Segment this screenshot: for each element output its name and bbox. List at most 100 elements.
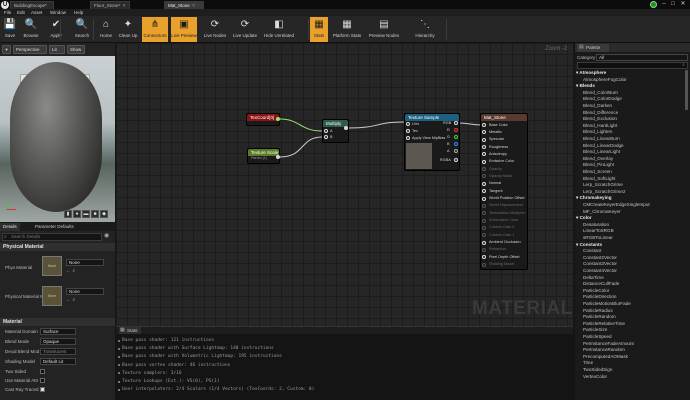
- close-tab-icon[interactable]: ✕: [122, 3, 126, 8]
- toolbar-stats-button[interactable]: ▦ Stats: [310, 17, 328, 42]
- input-pin-shading-model[interactable]: [482, 262, 486, 267]
- input-pin-world-position-offset[interactable]: [482, 196, 486, 201]
- palette-item[interactable]: Blend_Overlay: [583, 156, 613, 162]
- palette-item[interactable]: Lerp_ScratchGrime: [583, 182, 623, 188]
- output-pin-b[interactable]: [454, 142, 458, 146]
- document-tab-building-escape[interactable]: BuildingEscape*: [10, 1, 54, 9]
- palette-item[interactable]: Constant: [583, 248, 601, 254]
- toolbar-live-nodes-button[interactable]: ⟳ Live Nodes: [202, 17, 228, 42]
- palette-item[interactable]: Blend_LinearBurn: [583, 136, 620, 142]
- input-pin-tex[interactable]: [406, 129, 410, 133]
- input-pin-apply-view-mipbias[interactable]: [406, 136, 410, 140]
- palette-scrollbar[interactable]: [685, 70, 688, 110]
- palette-item[interactable]: Blend_Screen: [583, 169, 612, 175]
- input-pin-emissive-color[interactable]: [482, 159, 486, 164]
- palette-item[interactable]: ParticleSize: [583, 327, 607, 333]
- palette-item[interactable]: Constant4Vector: [583, 268, 617, 274]
- input-pin-world-displacement[interactable]: [482, 203, 486, 208]
- palette-item[interactable]: CMCreateKeyerEdgeSingleInput: [583, 202, 650, 208]
- input-pin-a[interactable]: [324, 129, 328, 133]
- palette-item[interactable]: ParticleRadius: [583, 308, 613, 314]
- palette-item[interactable]: DistanceCullFade: [583, 281, 619, 287]
- toolbar-search-button[interactable]: 🔍 Search: [71, 17, 93, 42]
- palette-item[interactable]: TwoSidedSign: [583, 367, 612, 373]
- details-search-input[interactable]: Search Details: [2, 233, 102, 241]
- material-section[interactable]: Material: [0, 318, 115, 326]
- palette-search-input[interactable]: [577, 62, 688, 69]
- toolbar-home-button[interactable]: ⌂ Home: [98, 17, 114, 42]
- palette-category[interactable]: ▾ Blends: [576, 83, 595, 89]
- tab-parameter-defaults[interactable]: Parameter Defaults: [32, 223, 77, 231]
- two-sided-checkbox[interactable]: [40, 369, 45, 374]
- palette-category[interactable]: ▾ Constants: [576, 242, 602, 248]
- use-material-attributes-checkbox[interactable]: [40, 378, 45, 383]
- palette-item[interactable]: Constant2Vector: [583, 255, 617, 261]
- menu-window[interactable]: Window: [50, 9, 66, 16]
- palette-item[interactable]: ParticleSpeed: [583, 334, 612, 340]
- palette-item[interactable]: Blend_ColorDodge: [583, 96, 622, 102]
- palette-item[interactable]: Blend_Darken: [583, 103, 612, 109]
- close-tab-icon[interactable]: ✕: [192, 3, 196, 8]
- cast-ray-traced-shadows-checkbox[interactable]: [40, 387, 45, 392]
- document-tab-floor-stone[interactable]: Floor_Stone* ✕: [90, 1, 130, 9]
- palette-category[interactable]: ▾ Atmosphere: [576, 70, 606, 76]
- output-pin-g[interactable]: [454, 135, 458, 139]
- blend-mode-dropdown[interactable]: Opaque: [40, 338, 76, 345]
- texcoord-node[interactable]: TexCoord[0]: [246, 113, 280, 126]
- use-selected-icon[interactable]: ← ⌕: [66, 297, 75, 303]
- phys-material-thumbnail[interactable]: None: [42, 256, 62, 276]
- palette-item[interactable]: ParticleDirection: [583, 294, 616, 300]
- palette-item[interactable]: Blend_LinearLight: [583, 149, 620, 155]
- palette-item[interactable]: Blend_LinearDodge: [583, 143, 624, 149]
- phys-material-dropdown[interactable]: None: [66, 259, 104, 266]
- close-window-button[interactable]: ✕: [676, 0, 690, 9]
- viewport-options-button[interactable]: ▾: [2, 45, 11, 54]
- preview-plane-icon[interactable]: ▬: [82, 210, 90, 218]
- material-result-node[interactable]: Mat_Stone: [480, 113, 528, 270]
- menu-asset[interactable]: Asset: [31, 9, 42, 16]
- palette-item[interactable]: Blend_Exclusion: [583, 116, 617, 122]
- document-tab-mat-stone[interactable]: Mat_Stone ✕: [164, 1, 204, 9]
- palette-item[interactable]: LinearToSRGB: [583, 228, 614, 234]
- palette-item[interactable]: PerInstanceRandom: [583, 347, 625, 353]
- input-pin-subsurface-color[interactable]: [482, 218, 486, 223]
- toolbar-live-preview-button[interactable]: ▣ Live Preview: [171, 17, 197, 42]
- material-domain-dropdown[interactable]: Surface: [40, 328, 76, 335]
- input-pin-custom-data-0[interactable]: [482, 225, 486, 230]
- use-selected-icon[interactable]: ← ⌕: [66, 268, 75, 274]
- output-pin-a[interactable]: [454, 149, 458, 153]
- physical-material-section[interactable]: Physical Material: [0, 243, 115, 251]
- show-button[interactable]: Show: [67, 45, 85, 54]
- preview-mesh-icon[interactable]: ◆: [100, 210, 108, 218]
- preview-sphere-icon[interactable]: ●: [73, 210, 81, 218]
- palette-item[interactable]: ParticleRelativeTime: [583, 321, 625, 327]
- palette-item[interactable]: sRGBToLinear: [583, 235, 613, 241]
- menu-file[interactable]: File: [4, 9, 11, 16]
- palette-item[interactable]: Constant3Vector: [583, 261, 617, 267]
- output-pin-rgb[interactable]: [454, 121, 458, 125]
- output-pin-rgba[interactable]: [454, 158, 458, 162]
- perspective-button[interactable]: Perspective: [13, 45, 47, 54]
- palette-item[interactable]: Blend_ColorBurn: [583, 90, 618, 96]
- palette-item[interactable]: Lerp_ScratchGrime2: [583, 189, 625, 195]
- palette-item[interactable]: Blend_PinLight: [583, 162, 614, 168]
- palette-item[interactable]: VertexColor: [583, 374, 607, 380]
- input-pin-normal[interactable]: [482, 181, 486, 186]
- shading-model-dropdown[interactable]: Default Lit: [40, 358, 76, 365]
- input-pin-uvs[interactable]: [406, 122, 410, 126]
- toolbar-browse-button[interactable]: 🔍 Browse: [20, 17, 42, 42]
- palette-item[interactable]: Time: [583, 360, 593, 366]
- output-pin-r[interactable]: [454, 128, 458, 132]
- toolbar-preview-nodes-button[interactable]: ▤ Preview Nodes: [368, 17, 400, 42]
- toolbar-save-button[interactable]: 💾 Save: [2, 17, 18, 42]
- preview-cylinder-icon[interactable]: ▮: [64, 210, 72, 218]
- physical-material-mask-thumbnail[interactable]: None: [42, 286, 62, 306]
- input-pin-b[interactable]: [324, 135, 328, 139]
- toolbar-apply-button[interactable]: ✔ Apply: [45, 17, 67, 42]
- input-pin-base-color[interactable]: [482, 123, 486, 127]
- toolbar-hide-unrelated-button[interactable]: ◧ Hide Unrelated: [262, 17, 296, 42]
- palette-item[interactable]: PerInstanceFadeAmount: [583, 341, 634, 347]
- palette-item[interactable]: ParticleColor: [583, 288, 609, 294]
- output-pin[interactable]: [276, 117, 280, 121]
- eye-icon[interactable]: ◉: [104, 232, 109, 239]
